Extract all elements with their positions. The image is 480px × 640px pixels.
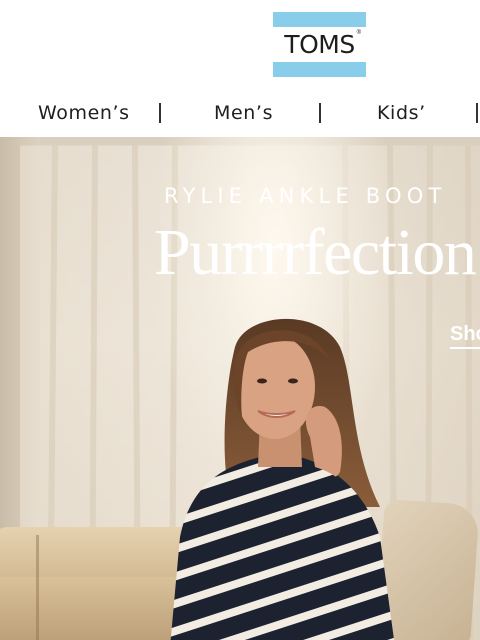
logo-top-bar	[273, 12, 366, 27]
nav-separator	[476, 103, 478, 123]
logo-bottom-bar	[273, 62, 366, 77]
nav-item-mens[interactable]: Men’s	[214, 92, 273, 137]
nav-separator	[159, 103, 161, 123]
nav-item-womens[interactable]: Women’s	[38, 92, 130, 137]
hero-headline: Purrrrfection	[154, 216, 477, 289]
logo-wordmark: TOMS	[284, 30, 355, 59]
site-header: TOMS ®	[0, 0, 480, 92]
hero-banner[interactable]: RYLIE ANKLE BOOT Purrrrfection Shop	[0, 137, 480, 640]
hero-eyebrow: RYLIE ANKLE BOOT	[164, 184, 447, 208]
sofa-seam	[36, 535, 39, 640]
nav-item-kids[interactable]: Kids’	[377, 92, 426, 137]
nav-separator	[319, 103, 321, 123]
logo-registered-mark: ®	[356, 30, 361, 36]
shop-now-link[interactable]: Shop	[450, 323, 480, 349]
model-photo	[170, 318, 395, 640]
toms-logo[interactable]: TOMS ®	[273, 12, 366, 77]
main-nav: Women’s Men’s Kids’	[0, 92, 480, 137]
